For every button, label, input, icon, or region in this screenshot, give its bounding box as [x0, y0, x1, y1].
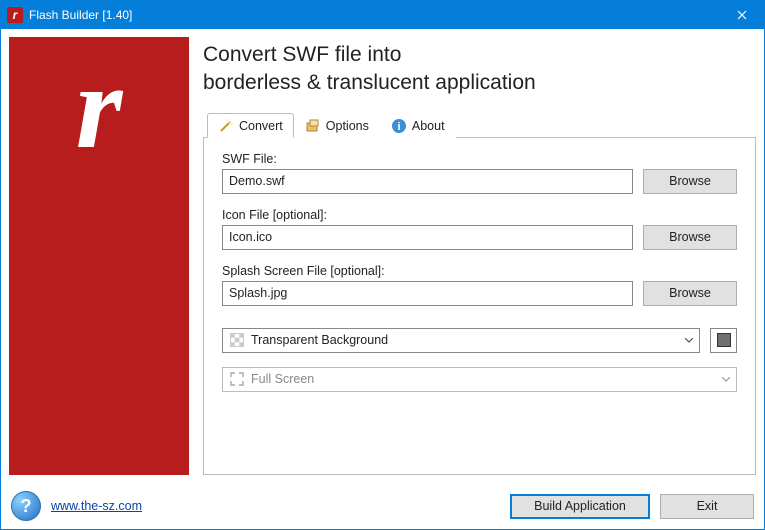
logo-panel: r — [9, 37, 189, 475]
splash-input[interactable] — [222, 281, 633, 306]
background-select-value: Transparent Background — [251, 333, 388, 347]
window-title: Flash Builder [1.40] — [29, 8, 720, 22]
main-panel: Convert SWF file into borderless & trans… — [203, 37, 756, 475]
icon-label: Icon File [optional]: — [222, 208, 737, 222]
swf-label: SWF File: — [222, 152, 737, 166]
chevron-down-icon — [685, 338, 693, 343]
tab-convert[interactable]: Convert — [207, 113, 294, 138]
chevron-down-icon — [722, 377, 730, 382]
svg-text:i: i — [397, 121, 400, 133]
help-icon: ? — [21, 496, 32, 517]
options-icon — [305, 118, 321, 134]
app-window: r Flash Builder [1.40] r Convert SWF fil… — [0, 0, 765, 530]
app-icon: r — [7, 7, 23, 23]
tab-about[interactable]: i About — [380, 113, 456, 138]
close-button[interactable] — [720, 1, 764, 29]
convert-form: SWF File: Browse Icon File [optional]: B… — [203, 138, 756, 475]
heading-line1: Convert SWF file into — [203, 43, 401, 66]
color-picker-button[interactable] — [710, 328, 737, 353]
website-link[interactable]: www.the-sz.com — [51, 499, 142, 513]
swf-input[interactable] — [222, 169, 633, 194]
color-swatch — [717, 333, 731, 347]
screenmode-select[interactable]: Full Screen — [222, 367, 737, 392]
wand-icon — [218, 118, 234, 134]
swf-browse-button[interactable]: Browse — [643, 169, 737, 194]
icon-browse-button[interactable]: Browse — [643, 225, 737, 250]
logo-letter: r — [76, 65, 123, 149]
icon-input[interactable] — [222, 225, 633, 250]
splash-browse-button[interactable]: Browse — [643, 281, 737, 306]
page-heading: Convert SWF file into borderless & trans… — [203, 41, 756, 98]
background-select[interactable]: Transparent Background — [222, 328, 700, 353]
heading-line2: borderless & translucent application — [203, 71, 536, 94]
close-icon — [737, 10, 747, 20]
tab-convert-label: Convert — [239, 119, 283, 133]
transparency-icon — [229, 332, 245, 348]
client-area: r Convert SWF file into borderless & tra… — [1, 29, 764, 483]
help-button[interactable]: ? — [11, 491, 41, 521]
screenmode-select-value: Full Screen — [251, 372, 314, 386]
fullscreen-icon — [229, 371, 245, 387]
tab-options-label: Options — [326, 119, 369, 133]
sidebar: r — [9, 37, 189, 475]
tabstrip: Convert Options i About — [203, 112, 756, 138]
tab-about-label: About — [412, 119, 445, 133]
info-icon: i — [391, 118, 407, 134]
build-button[interactable]: Build Application — [510, 494, 650, 519]
titlebar: r Flash Builder [1.40] — [1, 1, 764, 29]
exit-button[interactable]: Exit — [660, 494, 754, 519]
tab-options[interactable]: Options — [294, 113, 380, 138]
splash-label: Splash Screen File [optional]: — [222, 264, 737, 278]
footer: ? www.the-sz.com Build Application Exit — [1, 483, 764, 529]
